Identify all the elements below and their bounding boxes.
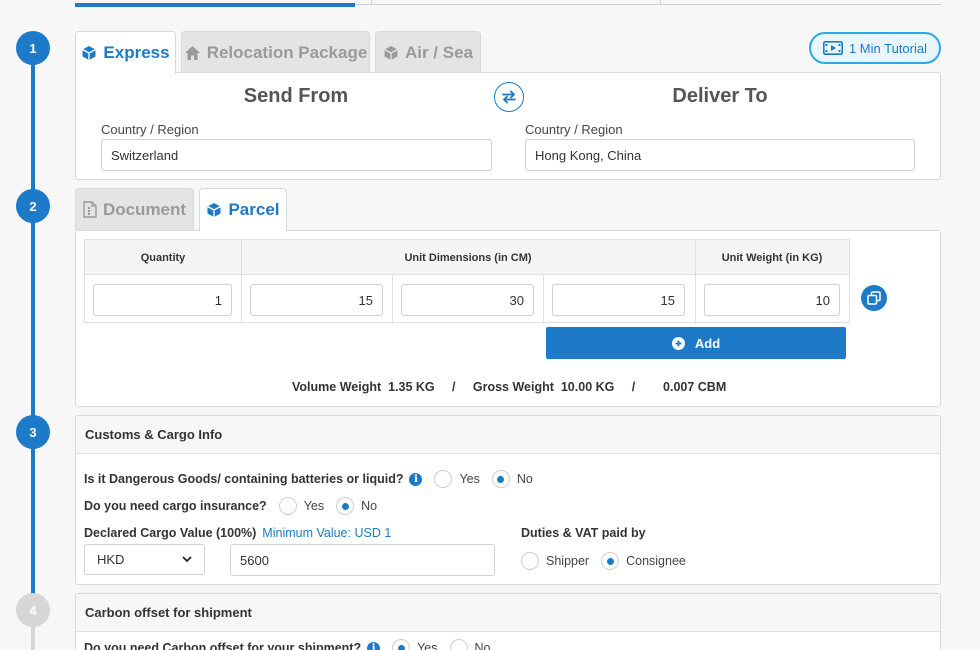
- dimensions-header: Unit Dimensions (in CM): [404, 251, 532, 264]
- tab-express-label: Express: [103, 43, 170, 62]
- radio-circle: [521, 552, 539, 570]
- radio-label: No: [516, 472, 533, 486]
- tutorial-label: 1 Min Tutorial: [848, 40, 928, 56]
- box-icon: [207, 203, 222, 217]
- minimum-value-note: Minimum Value: USD 1: [262, 526, 392, 540]
- add-parcel-button[interactable]: Add: [546, 327, 846, 359]
- insurance-label: Do you need cargo insurance?: [84, 499, 267, 513]
- swap-button[interactable]: [494, 82, 524, 112]
- customs-title: Customs & Cargo Info: [76, 416, 940, 454]
- tab-document-label: Document: [102, 199, 187, 219]
- tab-express[interactable]: Express: [75, 31, 176, 74]
- shipper-radio[interactable]: Shipper: [521, 552, 589, 570]
- info-icon[interactable]: i: [409, 472, 423, 486]
- step-1-badge: 1: [16, 31, 50, 65]
- dangerous-no-radio[interactable]: No: [491, 470, 533, 488]
- document-icon: [83, 201, 97, 218]
- currency-value: HKD: [97, 552, 125, 567]
- tutorial-button[interactable]: 1 Min Tutorial: [809, 32, 941, 64]
- to-country-field[interactable]: Hong Kong, China: [525, 139, 915, 171]
- copy-row-button[interactable]: [861, 285, 887, 311]
- radio-label: Shipper: [546, 554, 590, 568]
- film-icon: [822, 41, 843, 55]
- step-rail: [31, 48, 35, 610]
- insurance-yes-radio[interactable]: Yes: [278, 497, 325, 515]
- send-from-heading: Send From: [243, 85, 349, 107]
- volume-weight-label: Volume Weight: [292, 380, 382, 394]
- radio-circle: [434, 470, 453, 488]
- width-field[interactable]: 30: [401, 284, 534, 316]
- volume-weight-value: 1.35 KG: [388, 380, 435, 394]
- consignee-radio[interactable]: Consignee: [601, 552, 686, 570]
- radio-label: Yes: [417, 641, 438, 650]
- carbon-question-label: Do you need Carbon offset for your shipm…: [84, 641, 362, 650]
- tab-air-sea-label: Air / Sea: [404, 42, 474, 62]
- carbon-no-radio[interactable]: No: [449, 639, 491, 650]
- tab-parcel[interactable]: Parcel: [199, 188, 287, 231]
- box-icon: [384, 45, 398, 60]
- home-icon: [184, 45, 200, 60]
- weight-header: Unit Weight (in KG): [721, 251, 823, 264]
- swap-arrows-icon: [502, 90, 516, 104]
- add-label: Add: [694, 335, 721, 351]
- insurance-question: Do you need cargo insurance? Yes No: [84, 497, 377, 515]
- dangerous-goods-label: Is it Dangerous Goods/ containing batter…: [84, 472, 404, 486]
- step-4-badge: 4: [16, 593, 50, 627]
- radio-label: No: [474, 641, 491, 650]
- currency-select[interactable]: HKD: [84, 544, 205, 575]
- insurance-no-radio[interactable]: No: [336, 497, 377, 515]
- box-icon: [82, 46, 97, 60]
- radio-label: No: [361, 499, 378, 513]
- quantity-header: Quantity: [140, 251, 186, 264]
- carbon-yes-radio[interactable]: Yes: [392, 639, 438, 650]
- weight-field[interactable]: 10: [704, 284, 840, 316]
- declared-value-label: Declared Cargo Value (100%): [84, 526, 257, 540]
- height-field[interactable]: 15: [552, 284, 685, 316]
- radio-circle: [392, 639, 411, 650]
- gross-weight-label: Gross Weight: [472, 380, 554, 394]
- radio-label: Consignee: [626, 554, 686, 568]
- plus-circle-icon: [671, 336, 685, 350]
- from-country-label: Country / Region: [101, 122, 199, 137]
- radio-circle: [449, 639, 468, 650]
- duties-radio-group: Shipper Consignee: [515, 552, 686, 570]
- radio-circle: [278, 497, 297, 515]
- tab-relocation-label: Relocation Package: [206, 42, 368, 62]
- copy-icon: [867, 291, 881, 305]
- gross-weight-value: 10.00 KG: [560, 380, 615, 394]
- radio-label: Yes: [459, 472, 480, 486]
- from-country-field[interactable]: Switzerland: [101, 139, 492, 171]
- step-3-badge: 3: [16, 415, 50, 449]
- radio-label: Yes: [303, 499, 325, 513]
- to-country-label: Country / Region: [525, 122, 623, 137]
- tab-document[interactable]: Document: [75, 188, 194, 230]
- length-field[interactable]: 15: [250, 284, 383, 316]
- info-icon[interactable]: i: [367, 641, 381, 650]
- radio-circle: [601, 552, 620, 570]
- radio-circle: [491, 470, 510, 488]
- quantity-field[interactable]: 1: [93, 284, 232, 316]
- duties-label: Duties & VAT paid by: [521, 526, 646, 540]
- weight-summary: Volume Weight 1.35 KG / Gross Weight 10.…: [292, 380, 726, 394]
- dangerous-goods-question: Is it Dangerous Goods/ containing batter…: [84, 470, 533, 488]
- deliver-to-heading: Deliver To: [672, 85, 768, 107]
- tab-relocation-package[interactable]: Relocation Package: [181, 31, 370, 73]
- tab-air-sea[interactable]: Air / Sea: [375, 31, 481, 73]
- step-2-badge: 2: [16, 189, 50, 223]
- radio-circle: [336, 497, 355, 515]
- declared-value-field[interactable]: 5600: [230, 544, 495, 576]
- declared-value-label-row: Declared Cargo Value (100%) Minimum Valu…: [84, 526, 391, 540]
- tab-parcel-label: Parcel: [228, 200, 280, 219]
- cbm-value: 0.007 CBM: [663, 380, 727, 394]
- carbon-question: Do you need Carbon offset for your shipm…: [84, 639, 490, 650]
- carbon-title: Carbon offset for shipment: [76, 594, 940, 632]
- progress-bar: [75, 0, 941, 8]
- dangerous-yes-radio[interactable]: Yes: [434, 470, 480, 488]
- chevron-down-icon: [182, 556, 192, 563]
